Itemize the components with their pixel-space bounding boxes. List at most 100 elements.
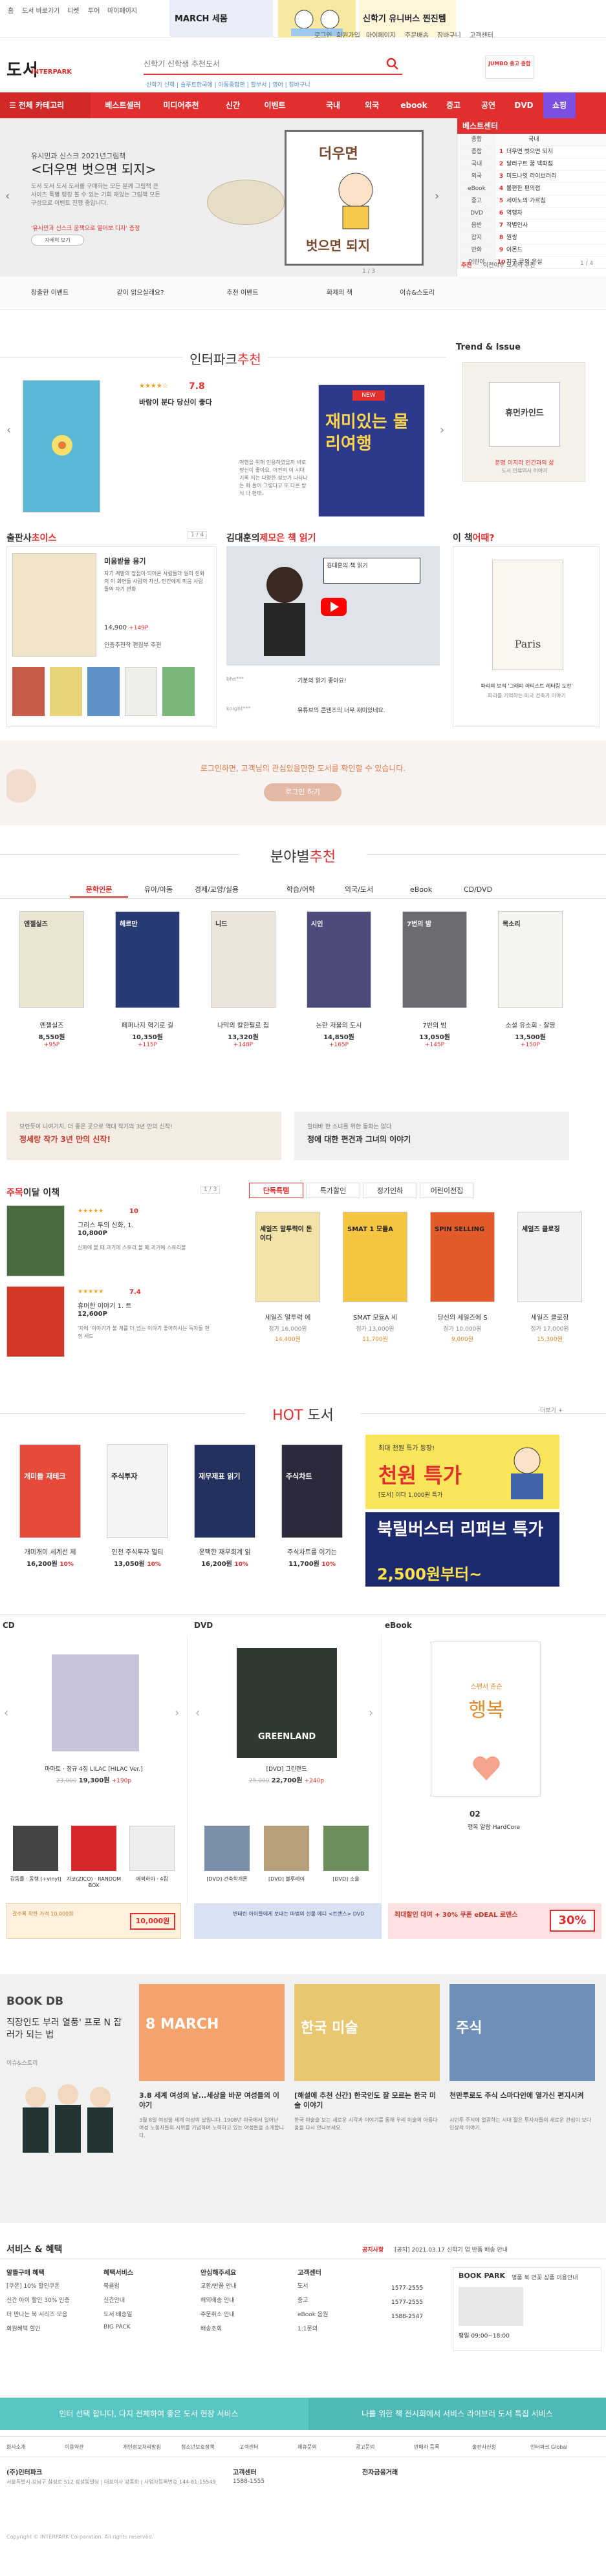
cd-small-3-cover[interactable] — [129, 1826, 175, 1871]
service-col-item[interactable]: 교환/반품 안내 — [200, 2281, 237, 2290]
mini-book-cover[interactable] — [6, 1205, 65, 1276]
search-icon[interactable] — [385, 57, 400, 71]
deal-book-title[interactable]: SMAT 모듈A 세 — [336, 1312, 414, 1322]
deal-tab[interactable]: 특가할인 — [306, 1183, 360, 1198]
nav-show[interactable]: 공연 — [472, 92, 504, 118]
service-col-item[interactable]: 신간안내 — [103, 2296, 125, 2304]
service-col-item[interactable]: 도서 배송일 — [103, 2310, 132, 2318]
service-col-item[interactable]: 1:1문의 — [298, 2324, 318, 2332]
quick-hot-book[interactable]: 화제의 책 — [298, 277, 382, 310]
service-col-item[interactable]: 해외배송 안내 — [200, 2296, 235, 2304]
bestseller-row-category[interactable]: DVD — [457, 207, 496, 219]
video-player[interactable]: 김대훈의 책 읽기 — [226, 546, 440, 666]
dvd-small-2-cover[interactable] — [264, 1826, 309, 1871]
deal-book-title[interactable]: 세일즈 말투력 에 — [249, 1312, 327, 1322]
bookdb-card-image[interactable]: 8 MARCH — [139, 1984, 285, 2081]
category-book-cover[interactable]: 목소리 — [498, 911, 563, 1008]
bestseller-row-title[interactable]: 원씽 — [506, 232, 606, 244]
category-book-title[interactable]: 나막의 칼한필료 집 — [198, 1020, 288, 1029]
util-link-home[interactable]: 홈 — [8, 5, 14, 15]
hot-book-cover[interactable]: 재무제표 읽기 — [194, 1444, 255, 1538]
bestseller-row-category[interactable]: 음반 — [457, 220, 496, 231]
nav-used[interactable]: 중고 — [437, 92, 470, 118]
quick-issue-story[interactable]: 이슈&스토리 — [375, 277, 459, 310]
util-link-books[interactable]: 도서 바로가기 — [22, 5, 60, 15]
pick-book-cover[interactable] — [23, 380, 100, 512]
bestseller-col-2[interactable]: 국내 — [496, 134, 606, 145]
ebook-cover[interactable]: 스펜서 존슨 행복 — [431, 1642, 541, 1797]
nav-foreign[interactable]: 외국 — [356, 92, 388, 118]
footer-link[interactable]: 개인정보처리방침 — [123, 2444, 161, 2451]
pick-book-title[interactable]: 바람이 분다 당신이 좋다 — [139, 397, 212, 407]
hot-book-cover[interactable]: 개미들 재테크 — [19, 1444, 81, 1538]
cd-small-2-cover[interactable] — [71, 1826, 116, 1871]
cd-name[interactable]: 마마토 · 정규 4집 LILAC [HILAC Ver.] — [0, 1764, 188, 1773]
bestseller-row[interactable]: 국내 2 달러구트 꿈 백화점 — [457, 158, 606, 171]
cd-prev-icon[interactable]: ‹ — [4, 1706, 8, 1720]
category-tab[interactable]: CD/DVD — [449, 882, 507, 898]
bestseller-row-title[interactable]: 세이노의 가르침 — [506, 195, 606, 207]
bestseller-row[interactable]: 종합 1 더우면 벗으면 되지 — [457, 146, 606, 158]
service-col-item[interactable]: 신간 아이 할인 30% 인증 — [6, 2296, 70, 2304]
dvd-banner[interactable]: 변테린 아이들에게 보내는 마법의 선물 에디 <트랜스> DVD — [194, 1903, 382, 1939]
hero-more-button[interactable]: 자세히 보기 — [31, 235, 84, 246]
service-col-item[interactable]: 중고 — [298, 2296, 308, 2304]
footer-link[interactable]: 출판사신청 — [472, 2444, 496, 2451]
deal-tab[interactable]: 단독특템 — [249, 1183, 303, 1198]
service-col-item[interactable]: [쿠폰] 10% 할인쿠폰 — [6, 2281, 60, 2290]
thisbook-cover[interactable]: Paris — [492, 560, 563, 670]
bestseller-foot-right[interactable]: 이전이후 도서의 추천 — [483, 260, 535, 269]
bestseller-row[interactable]: eBook 4 불편한 편의점 — [457, 183, 606, 195]
choice-thumb-1[interactable] — [12, 667, 45, 716]
bookdb-card-title[interactable]: 천만투로도 주식 스마다인에 열가신 편지시켜 — [449, 2091, 595, 2100]
util-link-mypage[interactable]: 마이페이지 — [107, 5, 137, 15]
service-col-item[interactable]: 배송조회 — [200, 2324, 222, 2332]
category-book-cover[interactable]: 헤르만 — [115, 911, 180, 1008]
category-ad-2[interactable]: 힐데바 한 소녀를 위한 동화는 없다 정에 대한 편견과 그녀의 이야기 — [294, 1112, 569, 1160]
bestseller-row-title[interactable]: 불편한 편의점 — [506, 183, 606, 195]
category-book-title[interactable]: 논란 저울의 도시 — [294, 1020, 384, 1029]
hot-ad-2[interactable]: 북릴버스터 리퍼브 특가 2,500원부터~ — [365, 1512, 559, 1587]
bookdb-card-image[interactable]: 주식 — [449, 1984, 595, 2081]
choice-thumb-3[interactable] — [87, 667, 120, 716]
play-button-icon[interactable] — [321, 598, 347, 616]
bestseller-row-title[interactable]: 역행자 — [506, 207, 606, 219]
cd-banner[interactable]: 갈수록 착한 가격 10,000원 10,000원 — [6, 1903, 181, 1939]
teal-right[interactable]: 나를 위한 책 전시회에서 서비스 라이브러 도서 특집 서비스 — [308, 2398, 606, 2430]
mini-title[interactable]: 휴머한 이야기 1. 트 — [78, 1300, 131, 1310]
bookpark-box[interactable]: BOOK PARK 명품 북 연꽃 상품 이용안내 평일 09:00~18:00 — [453, 2267, 601, 2351]
dvd-cover[interactable]: GREENLAND — [237, 1648, 337, 1758]
notice-text[interactable]: [공지] 2021.03.17 신학기 업 반품 배송 안내 — [395, 2245, 508, 2254]
bestseller-row-category[interactable]: 외국 — [457, 171, 496, 182]
bookdb-logo[interactable]: BOOK DB — [6, 1995, 63, 2008]
bestseller-row[interactable]: 중고 5 세이노의 가르침 — [457, 195, 606, 207]
category-tab[interactable]: eBook — [392, 882, 450, 898]
service-col-item[interactable]: BIG PACK — [103, 2324, 131, 2330]
bestseller-row-title[interactable]: 작별인사 — [506, 220, 606, 231]
choice-book-cover[interactable] — [12, 553, 96, 657]
category-tab[interactable]: 문학인문 — [70, 882, 128, 898]
header-ad[interactable]: JUMBO 중고 종합 — [485, 56, 534, 79]
category-tab[interactable]: 학습/어학 — [272, 882, 330, 898]
nav-domestic[interactable]: 국내 — [317, 92, 349, 118]
ebook-name[interactable]: 행복 알람 HardCore — [385, 1822, 602, 1831]
footer-link[interactable]: 이용약관 — [65, 2444, 83, 2451]
nav-media[interactable]: 미디어추천 — [155, 92, 207, 118]
hot-book-title[interactable]: 주식차트를 이기는 — [272, 1547, 352, 1556]
bestseller-row[interactable]: 만화 9 아몬드 — [457, 244, 606, 257]
deal-tab[interactable]: 정가인하 — [363, 1183, 417, 1198]
footer-link[interactable]: 고객센터 — [239, 2444, 258, 2451]
bestseller-row-category[interactable]: 중고 — [457, 195, 496, 207]
bestseller-row[interactable]: 외국 3 미드나잇 라이브러리 — [457, 171, 606, 183]
all-category-button[interactable]: ☰ 전체 카테고리 — [0, 92, 91, 118]
service-col-item[interactable]: 북클럽 — [103, 2281, 120, 2290]
ebook-heading[interactable]: eBook — [385, 1621, 412, 1630]
footer-link[interactable]: 판매자 등록 — [414, 2444, 439, 2451]
category-book-cover[interactable]: 7번의 밤 — [402, 911, 467, 1008]
cd-heading[interactable]: CD — [3, 1621, 15, 1630]
hero-next-icon[interactable]: › — [435, 189, 439, 203]
choice-thumb-4[interactable] — [125, 667, 157, 716]
choice-nav[interactable]: 1 / 4 — [188, 531, 208, 539]
login-button[interactable]: 로그인 하기 — [264, 783, 341, 801]
dvd-small-1-cover[interactable] — [204, 1826, 250, 1871]
